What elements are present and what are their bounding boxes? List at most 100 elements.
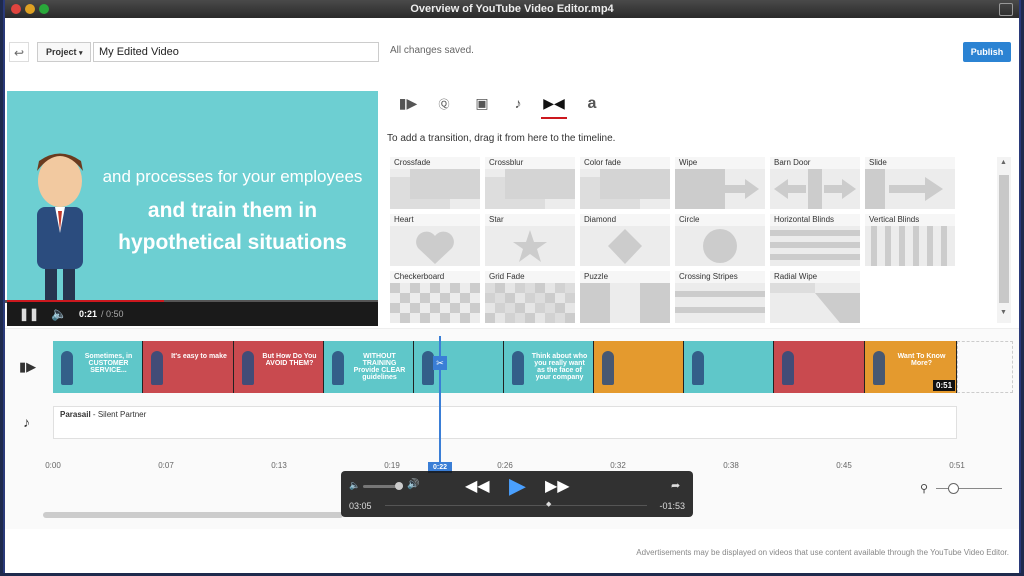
app-window: Overview of YouTube Video Editor.mp4 ↩ P… [3,0,1021,573]
timeline-horizontal-scrollbar[interactable] [43,512,343,518]
video-preview[interactable]: and processes for your employees and tra… [7,91,378,326]
timeline-clip[interactable]: WITHOUT TRAINING Provide CLEAR guideline… [324,341,414,393]
transition-label: Checkerboard [390,271,480,283]
pause-icon[interactable]: ❚❚ [19,307,39,321]
timeline-clip-text: Want To Know More? [897,353,946,367]
transition-tile[interactable]: Star [485,214,575,266]
zoom-slider-track[interactable] [936,488,1002,489]
transition-label: Crossing Stripes [675,271,765,283]
transition-tile[interactable]: Slide [865,157,955,209]
media-player-controller: 🔈 🔊 ◀◀ ▶ ▶▶ ➦ 03:05 ◆ -01:53 [341,471,693,517]
split-scissors-icon[interactable]: ✂ [433,356,447,370]
transition-label: Color fade [580,157,670,169]
video-caption-line-3: hypothetical situations [118,231,347,254]
tab-video[interactable]: ▮▶ [395,93,421,117]
transition-tile[interactable]: Barn Door [770,157,860,209]
player-volume-handle[interactable] [395,482,403,490]
tab-captions[interactable]: Ⓠ [431,93,457,117]
video-track[interactable]: Sometimes, in CUSTOMER SERVICE... It's ea… [53,341,957,393]
video-track-icon: ▮▶ [19,359,37,374]
timeline-clip[interactable] [594,341,684,393]
tab-text[interactable]: a [579,93,605,117]
clip-duration-badge: 0:51 [933,380,956,391]
tab-photos[interactable]: ▣ [469,93,495,117]
scroll-up-icon[interactable]: ▲ [1000,159,1007,166]
rewind-icon[interactable]: ◀◀ [465,476,490,496]
transition-tile[interactable]: Puzzle [580,271,670,323]
project-menu-button[interactable]: Project ▾ [37,42,91,62]
timeline-clip-text: Sometimes, in CUSTOMER SERVICE... [84,353,133,374]
transition-label: Circle [675,214,765,226]
clip-thumbnail-figure [242,351,254,385]
clip-thumbnail-figure [151,351,163,385]
clip-thumbnail-figure [873,351,885,385]
timeline-clip[interactable] [774,341,865,393]
transition-tile[interactable]: Color fade [580,157,670,209]
window-toolbar-toggle-icon[interactable] [999,3,1013,16]
timeline-clip[interactable]: But How Do You AVOID THEM? [234,341,324,393]
timeline-clip[interactable] [684,341,774,393]
audio-artist: Silent Partner [97,410,147,419]
transition-tile[interactable]: Radial Wipe [770,271,860,323]
transition-tile[interactable]: Heart [390,214,480,266]
audio-track[interactable]: Parasail - Silent Partner [53,406,957,439]
clip-thumbnail-figure [692,351,704,385]
transitions-scrollbar[interactable]: ▲ ▼ [997,157,1011,323]
transition-label: Crossfade [390,157,480,169]
video-track-dropzone[interactable] [957,341,1013,393]
clip-thumbnail-figure [61,351,73,385]
transition-tile[interactable]: Wipe [675,157,765,209]
video-control-bar: ❚❚ 🔈 0:21 / 0:50 [7,302,378,326]
transition-tile[interactable]: Crossblur [485,157,575,209]
ruler-tick-label: 0:26 [497,461,513,470]
transition-label: Wipe [675,157,765,169]
ruler-tick-label: 0:38 [723,461,739,470]
scroll-thumb[interactable] [999,175,1009,303]
transition-tile[interactable]: Vertical Blinds [865,214,955,266]
transition-label: Heart [390,214,480,226]
footer-disclaimer: Advertisements may be displayed on video… [636,548,1009,557]
timeline-clip[interactable] [414,341,504,393]
transition-tile[interactable]: Horizontal Blinds [770,214,860,266]
scroll-down-icon[interactable]: ▼ [1000,309,1007,316]
cc-icon: Ⓠ [438,99,450,111]
audio-separator: - [90,410,98,419]
transition-label: Puzzle [580,271,670,283]
transition-tile[interactable]: Diamond [580,214,670,266]
transition-tile[interactable]: Checkerboard [390,271,480,323]
tab-transitions[interactable]: ▶◀ [541,93,567,119]
timeline-clip-text: But How Do You AVOID THEM? [262,353,317,367]
back-arrow-icon[interactable]: ↩ [9,42,29,62]
timeline-clip[interactable]: Think about who you really want as the f… [504,341,594,393]
player-scrubber[interactable] [385,505,647,506]
transition-tile[interactable]: Circle [675,214,765,266]
player-elapsed-time: 03:05 [349,501,372,511]
project-name-input[interactable]: My Edited Video [93,42,379,62]
transition-label: Diamond [580,214,670,226]
play-icon[interactable]: ▶ [509,473,526,499]
minimize-window-icon[interactable] [25,4,35,14]
timeline-clip[interactable]: Sometimes, in CUSTOMER SERVICE... [53,341,143,393]
zoom-window-icon[interactable] [39,4,49,14]
video-caption-line-1: and processes for your employees [102,167,363,186]
ruler-tick-label: 0:13 [271,461,287,470]
publish-button[interactable]: Publish [963,42,1011,62]
transition-tile[interactable]: Grid Fade [485,271,575,323]
transition-tile[interactable]: Crossing Stripes [675,271,765,323]
video-camera-icon: ▮▶ [398,95,418,111]
timeline-clip[interactable]: It's easy to make [143,341,234,393]
clip-thumbnail-figure [512,351,524,385]
close-window-icon[interactable] [11,4,21,14]
transition-label: Vertical Blinds [865,214,955,226]
tab-audio[interactable]: ♪ [505,93,531,117]
transition-label: Horizontal Blinds [770,214,860,226]
bowtie-icon: ▶◀ [543,95,565,111]
share-icon[interactable]: ➦ [671,479,680,492]
zoom-slider-handle[interactable] [948,483,959,494]
video-caption-line-2: and train them in [147,199,318,222]
fast-forward-icon[interactable]: ▶▶ [545,476,570,496]
volume-icon[interactable]: 🔈 [51,306,67,322]
dropdown-caret-icon: ▾ [79,50,83,57]
transition-tile[interactable]: Crossfade [390,157,480,209]
player-scrubber-handle[interactable]: ◆ [546,500,551,508]
